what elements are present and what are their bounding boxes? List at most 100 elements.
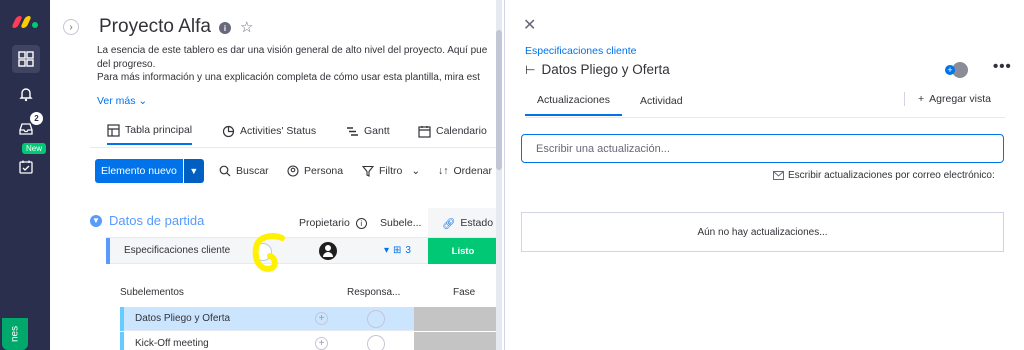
person-filter-button[interactable]: Persona bbox=[287, 159, 343, 183]
chevron-down-icon[interactable]: ▼ bbox=[90, 214, 102, 227]
info-icon[interactable]: i bbox=[355, 218, 367, 229]
board-scrollbar[interactable] bbox=[496, 0, 502, 350]
board-description: La esencia de este tablero es dar una vi… bbox=[97, 44, 498, 85]
new-badge: New bbox=[22, 143, 47, 154]
item-row[interactable]: Especificaciones cliente ▾ ⊞ 3 Listo bbox=[106, 237, 498, 264]
help-button[interactable]: nes bbox=[2, 318, 28, 350]
see-more-label: Ver más bbox=[97, 95, 136, 107]
item-title[interactable]: Datos Pliego y Oferta bbox=[541, 62, 669, 77]
monday-logo-icon[interactable] bbox=[11, 12, 40, 28]
item-title-row: ⊢ Datos Pliego y Oferta bbox=[525, 62, 670, 77]
owner-column-header[interactable]: Propietario i bbox=[299, 217, 367, 229]
chart-pie-icon bbox=[222, 125, 235, 137]
board-title[interactable]: Proyecto Alfa bbox=[99, 16, 211, 38]
more-options-icon[interactable]: ••• bbox=[993, 58, 1012, 75]
description-line: La esencia de este tablero es dar una vi… bbox=[97, 45, 488, 56]
phase-cell[interactable] bbox=[414, 307, 498, 331]
sort-icon: ↓↑ bbox=[438, 165, 449, 177]
inbox-count-badge: 2 bbox=[30, 112, 43, 125]
my-work-calendar-icon[interactable]: New bbox=[12, 143, 47, 181]
add-subscriber-icon[interactable]: + bbox=[945, 65, 955, 75]
email-updates-link[interactable]: Escribir actualizaciones por correo elec… bbox=[773, 170, 995, 181]
status-column-header[interactable]: 🔗︎ Estado bbox=[428, 208, 498, 238]
subitems-header-responsible[interactable]: Responsa... bbox=[347, 287, 400, 298]
parent-item-link[interactable]: Especificaciones cliente bbox=[525, 45, 636, 57]
subitem-count: 3 bbox=[405, 245, 411, 256]
description-line: Para más información y una explicación c… bbox=[97, 72, 480, 83]
column-label: Propietario bbox=[299, 217, 350, 229]
add-update-icon[interactable]: + bbox=[315, 312, 328, 325]
subitem-row[interactable]: Datos Pliego y Oferta + bbox=[120, 307, 498, 331]
chevron-down-icon[interactable]: ⌄ bbox=[411, 165, 420, 177]
caret-down-icon: ▾ bbox=[384, 245, 390, 256]
favorite-star-icon[interactable]: ☆ bbox=[240, 18, 253, 36]
add-update-icon[interactable]: + bbox=[315, 337, 328, 350]
status-cell[interactable]: Listo bbox=[428, 238, 498, 264]
inbox-icon[interactable]: 2 bbox=[12, 112, 43, 143]
phase-cell[interactable] bbox=[414, 332, 498, 350]
see-more-link[interactable]: Ver más ⌄ bbox=[97, 95, 147, 107]
subitem-color-bar bbox=[120, 332, 124, 350]
filter-icon bbox=[362, 165, 374, 177]
board-toolbar: Elemento nuevo ▼ Buscar Persona Filtro ⌄… bbox=[95, 159, 495, 183]
info-icon[interactable]: i bbox=[219, 22, 231, 34]
owner-avatar[interactable] bbox=[319, 242, 337, 260]
group-color-bar bbox=[106, 238, 110, 264]
tab-label: Gantt bbox=[364, 125, 390, 137]
item-detail-panel: ✕ Especificaciones cliente ⊢ Datos Plieg… bbox=[504, 0, 1024, 350]
subitems-column-header[interactable]: Subele... bbox=[380, 217, 421, 229]
gantt-icon bbox=[347, 126, 358, 136]
group-title[interactable]: Datos de partida bbox=[109, 213, 204, 228]
new-item-dropdown-arrow[interactable]: ▼ bbox=[183, 159, 204, 183]
tabs-divider bbox=[90, 147, 498, 148]
subscribers[interactable]: + bbox=[945, 62, 968, 78]
sort-label: Ordenar bbox=[453, 165, 493, 177]
mail-icon bbox=[773, 171, 784, 180]
search-label: Buscar bbox=[236, 165, 269, 177]
calendar-icon bbox=[418, 125, 431, 138]
new-item-button[interactable]: Elemento nuevo bbox=[95, 159, 183, 183]
scrollbar-thumb[interactable] bbox=[496, 30, 502, 170]
table-icon bbox=[107, 123, 120, 137]
update-input[interactable]: Escribir una actualización... bbox=[521, 134, 1004, 163]
close-icon[interactable]: ✕ bbox=[523, 15, 536, 35]
subitems-header-phase[interactable]: Fase bbox=[453, 287, 475, 298]
person-label: Persona bbox=[304, 165, 344, 177]
tab-calendar[interactable]: Calendario bbox=[418, 117, 487, 145]
subitem-row[interactable]: Kick-Off meeting + bbox=[120, 332, 498, 350]
tabs-separator bbox=[904, 92, 905, 106]
board-views-tabs: Tabla principal Activities' Status Gantt… bbox=[97, 117, 497, 147]
sort-button[interactable]: ↓↑ Ordenar bbox=[438, 159, 492, 183]
workspace-grid-icon[interactable] bbox=[12, 45, 40, 73]
column-label: Estado bbox=[460, 217, 494, 229]
panel-tabs-divider bbox=[525, 117, 1005, 118]
add-view-button[interactable]: + Agregar vista bbox=[918, 93, 991, 105]
email-updates-label: Escribir actualizaciones por correo elec… bbox=[788, 170, 995, 181]
new-item-button-group: Elemento nuevo ▼ bbox=[95, 159, 204, 183]
subitem-color-bar bbox=[120, 307, 124, 331]
search-button[interactable]: Buscar bbox=[219, 159, 269, 183]
tab-updates[interactable]: Actualizaciones bbox=[525, 86, 622, 116]
plus-icon: + bbox=[918, 93, 925, 105]
empty-person-avatar[interactable] bbox=[367, 335, 385, 350]
add-view-label: Agregar vista bbox=[929, 93, 992, 105]
person-icon bbox=[287, 165, 299, 177]
subitems-toggle[interactable]: ▾ ⊞ 3 bbox=[384, 245, 411, 256]
subitem-name[interactable]: Datos Pliego y Oferta bbox=[135, 313, 230, 324]
tab-activity[interactable]: Actividad bbox=[628, 86, 695, 116]
tab-label: Activities' Status bbox=[240, 125, 317, 137]
collapse-sidebar-button[interactable]: › bbox=[63, 19, 79, 35]
empty-person-avatar[interactable] bbox=[367, 310, 385, 328]
yellow-annotation-mark bbox=[252, 233, 285, 272]
subitems-header-name: Subelementos bbox=[120, 287, 184, 298]
tab-activities-status[interactable]: Activities' Status bbox=[222, 117, 316, 145]
filter-label: Filtro bbox=[379, 165, 403, 177]
tab-gantt[interactable]: Gantt bbox=[346, 117, 390, 145]
group-header[interactable]: ▼ Datos de partida bbox=[90, 213, 204, 228]
filter-button[interactable]: Filtro ⌄ bbox=[362, 159, 420, 183]
tab-main-table[interactable]: Tabla principal bbox=[107, 117, 193, 145]
notifications-bell-icon[interactable] bbox=[12, 80, 40, 108]
item-name[interactable]: Especificaciones cliente bbox=[124, 245, 230, 256]
empty-updates-box: Aún no hay actualizaciones... bbox=[521, 212, 1004, 252]
subitem-name[interactable]: Kick-Off meeting bbox=[135, 338, 209, 349]
